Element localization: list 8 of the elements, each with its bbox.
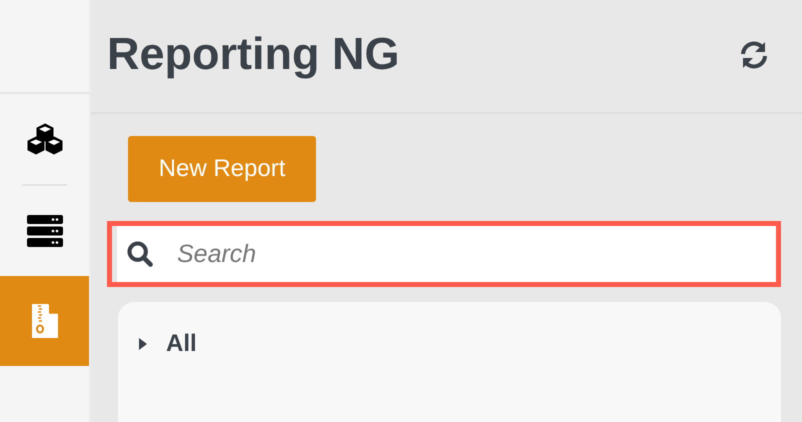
zip-file-icon (30, 303, 58, 339)
tree-item[interactable]: All (166, 330, 197, 358)
cubes-icon (26, 123, 62, 155)
server-icon (26, 215, 62, 247)
caret-icon[interactable] (138, 337, 148, 351)
search-field[interactable]: Search (107, 221, 781, 287)
page-title: Reporting NG (107, 28, 400, 80)
refresh-icon[interactable] (738, 39, 770, 71)
